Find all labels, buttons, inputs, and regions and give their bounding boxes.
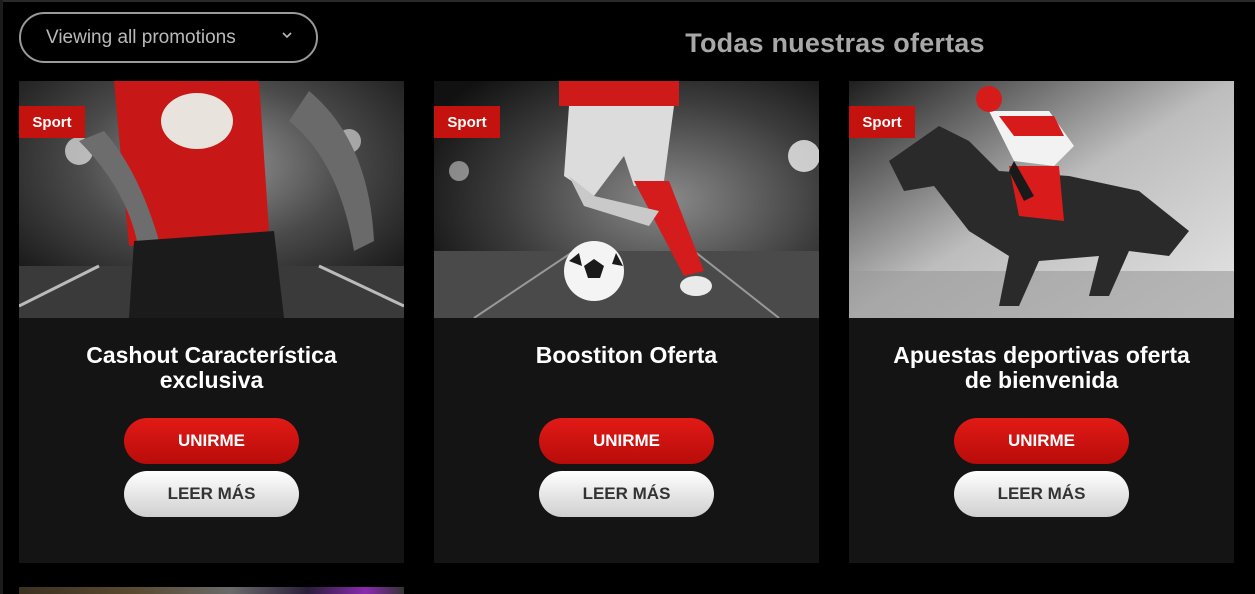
promotions-filter-dropdown[interactable]: Viewing all promotions [19, 12, 318, 63]
promotion-title: Apuestas deportivas oferta de bienvenida [869, 343, 1214, 393]
promotion-card: Sport Apuestas deportivas oferta de bien… [849, 81, 1234, 563]
promotions-page: Viewing all promotions Todas nuestras of… [0, 0, 1255, 594]
promotion-title-line: Apuestas deportivas oferta [893, 342, 1190, 368]
next-promotion-card-preview [19, 587, 404, 594]
promotion-title: Cashout Característica exclusiva [39, 343, 384, 393]
promotion-card: Sport Cashout Característica exclusiva U… [19, 81, 404, 563]
promotion-title: Boostiton Oferta [454, 343, 799, 368]
filter-label: Viewing all promotions [46, 26, 236, 48]
join-button[interactable]: UNIRME [124, 418, 299, 464]
category-badge: Sport [19, 106, 85, 138]
top-divider [0, 0, 1255, 2]
promotion-title-line: exclusiva [159, 367, 264, 393]
read-more-button[interactable]: LEER MÁS [124, 471, 299, 517]
page-title: Todas nuestras ofertas [685, 28, 985, 58]
category-badge: Sport [849, 106, 915, 138]
join-button[interactable]: UNIRME [954, 418, 1129, 464]
promotion-title-line: de bienvenida [964, 367, 1119, 393]
join-button[interactable]: UNIRME [539, 418, 714, 464]
promotion-card: Sport Boostiton Oferta UNIRME LEER MÁS [434, 81, 819, 563]
read-more-button[interactable]: LEER MÁS [954, 471, 1129, 517]
promotion-title-line: Cashout Característica [86, 342, 337, 368]
chevron-down-icon [282, 32, 292, 39]
left-divider [0, 0, 3, 594]
promotion-title-line: Boostiton Oferta [535, 342, 718, 368]
category-badge: Sport [434, 106, 500, 138]
read-more-button[interactable]: LEER MÁS [539, 471, 714, 517]
